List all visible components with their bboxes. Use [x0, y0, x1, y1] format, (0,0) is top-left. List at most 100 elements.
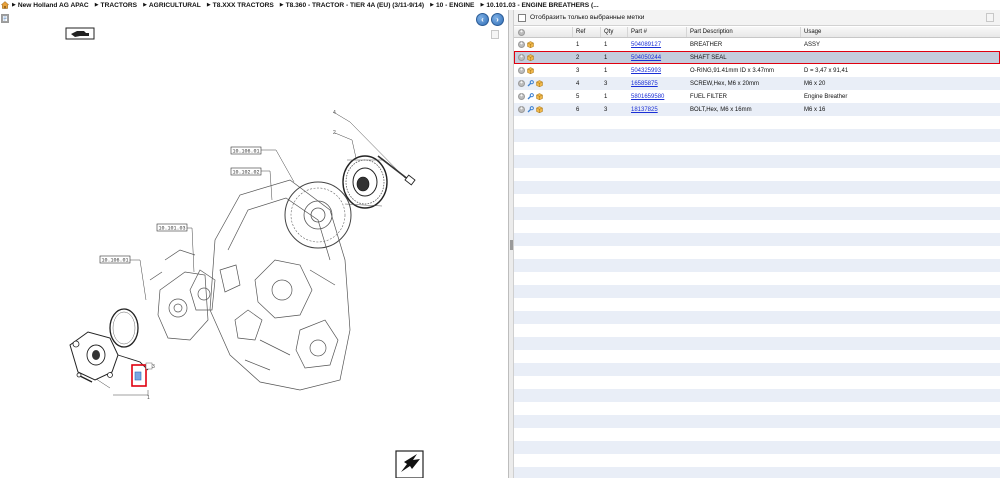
cell-part-number: 18137825: [628, 103, 687, 116]
empty-table-row: [514, 324, 1000, 337]
box-icon: [536, 80, 543, 88]
app-window: ▶ New Holland AG APAC ▶ TRACTORS ▶ AGRICULTUR…: [0, 0, 1000, 478]
o-ring[interactable]: [109, 308, 139, 348]
breadcrumb-item[interactable]: ▶ AGRICULTURAL: [143, 2, 201, 9]
breadcrumb-item[interactable]: ▶ T8.XXX TRACTORS: [207, 2, 274, 9]
row-icons: +: [514, 38, 573, 51]
breadcrumb-arrow-icon: ▶: [12, 2, 16, 8]
drive-gear[interactable]: [284, 181, 352, 249]
cell-usage: D = 3,47 x 91,41: [804, 67, 849, 74]
table-header: + Ref Qty Part # Part Description Usage: [514, 27, 1000, 38]
parts-table-body: +1 1 504089127 BREATHER ASSY +2 1 504050244 SHAF…: [514, 38, 1000, 478]
breadcrumb-item-label: AGRICULTURAL: [148, 1, 201, 9]
callout-label: 10.101.03: [158, 226, 185, 232]
column-header-icons[interactable]: +: [514, 27, 573, 37]
cell-part-description: SCREW,Hex, M6 x 20mm: [690, 80, 760, 87]
breadcrumb-item-label: T8.360 - TRACTOR - TIER 4A (EU) (3/11-9/…: [285, 1, 425, 9]
empty-table-row: [514, 168, 1000, 181]
empty-table-row: [514, 246, 1000, 259]
empty-table-row: [514, 298, 1000, 311]
empty-table-row: [514, 181, 1000, 194]
callout-box[interactable]: 10.102.02: [230, 167, 262, 176]
column-header-part-number[interactable]: Part #: [628, 27, 687, 37]
home-icon[interactable]: [1, 1, 9, 9]
callout-box[interactable]: 10.106.01: [99, 255, 131, 264]
breadcrumb-item[interactable]: ▶ New Holland AG APAC: [12, 2, 89, 9]
callout-box[interactable]: 10.101.03: [156, 223, 188, 232]
cell-part-description: O-RING,91.41mm ID x 3.47mm: [690, 67, 775, 74]
row-icons: +: [514, 77, 573, 90]
row-icons: +: [514, 51, 573, 64]
highlighted-part[interactable]: [131, 362, 153, 387]
empty-table-row: [514, 441, 1000, 454]
cell-part-number: 504325993: [628, 64, 687, 77]
table-row[interactable]: +1 1 504089127 BREATHER ASSY: [514, 38, 1000, 51]
breadcrumb-arrow-icon: ▶: [430, 2, 434, 8]
plus-circle-icon[interactable]: +: [518, 93, 525, 100]
pulley-wheel[interactable]: [342, 155, 388, 209]
empty-table-row: [514, 363, 1000, 376]
cell-ref: 2: [576, 54, 580, 61]
show-selected-only-label: Отобразить только выбранные метки: [530, 14, 645, 21]
plus-circle-icon[interactable]: +: [518, 54, 525, 61]
column-header-usage[interactable]: Usage: [801, 27, 1000, 37]
item-number-label[interactable]: 3: [152, 364, 155, 370]
empty-table-row: [514, 415, 1000, 428]
cell-qty: 1: [604, 67, 608, 74]
breadcrumb-item[interactable]: ▶ TRACTORS: [95, 2, 137, 9]
plus-circle-icon[interactable]: +: [518, 106, 525, 113]
box-icon: [536, 106, 543, 114]
plus-circle-icon[interactable]: +: [518, 80, 525, 87]
cell-usage: [801, 51, 1000, 64]
part-number-link[interactable]: 18137825: [631, 107, 658, 113]
breadcrumb-arrow-icon: ▶: [94, 2, 99, 8]
empty-table-row: [514, 285, 1000, 298]
maximize-icon[interactable]: [986, 13, 994, 22]
cell-usage: ASSY: [804, 41, 821, 48]
box-icon: [527, 54, 534, 62]
column-header-qty[interactable]: Qty: [601, 27, 628, 37]
empty-table-row: [514, 142, 1000, 155]
item-number-label[interactable]: 2: [333, 130, 336, 136]
empty-table-row: [514, 155, 1000, 168]
callout-box[interactable]: 10.106.01: [230, 146, 262, 155]
table-row[interactable]: +4 3 16585875 SCREW,Hex, M6 x 20mm M6 x 20: [514, 77, 1000, 90]
pointer-hand-icon[interactable]: [65, 27, 95, 40]
breadcrumb-item-label: New Holland AG APAC: [17, 1, 89, 9]
part-number-link[interactable]: 504325993: [631, 68, 661, 74]
next-page-arrow-icon[interactable]: [395, 450, 424, 478]
empty-table-row: [514, 337, 1000, 350]
table-row[interactable]: +5 1 5801659580 FUEL FILTER Engine Breather: [514, 90, 1000, 103]
breadcrumb-item[interactable]: ▶ 10.101.03 - ENGINE BREATHERS (...: [480, 2, 598, 9]
callout-label: 10.102.02: [232, 170, 259, 176]
breadcrumb-item[interactable]: ▶ T8.360 - TRACTOR - TIER 4A (EU) (3/11-9…: [280, 2, 424, 9]
table-row-selected[interactable]: +2 1 504050244 SHAFT SEAL: [514, 51, 1000, 64]
item-number-label[interactable]: 4: [333, 110, 336, 116]
column-header-ref[interactable]: Ref: [573, 27, 601, 37]
row-icons: +: [514, 103, 573, 116]
table-row[interactable]: +3 1 504325993 O-RING,91.41mm ID x 3.47mm D …: [514, 64, 1000, 77]
table-row[interactable]: +6 3 18137825 BOLT,Hex, M6 x 16mm M6 x 16: [514, 103, 1000, 116]
breadcrumb-item-label: TRACTORS: [100, 1, 138, 9]
engine-housing: [149, 179, 351, 391]
part-number-link[interactable]: 504089127: [631, 42, 661, 48]
splitter-grip[interactable]: [510, 240, 513, 250]
show-selected-only-checkbox[interactable]: [518, 13, 526, 22]
exploded-view-drawing: 10.106.01 10.102.02 10.101.03 10.106.01: [65, 27, 424, 478]
drawing-pane[interactable]: ‹ › 10.106.01 10.102.02 10.101.03 10.106…: [0, 10, 509, 478]
item-number-label[interactable]: 1: [147, 395, 150, 401]
breadcrumb-arrow-icon: ▶: [279, 2, 284, 8]
cell-ref: 5: [576, 93, 580, 100]
plus-circle-icon[interactable]: +: [518, 67, 525, 74]
breadcrumb-item[interactable]: ▶ 10 - ENGINE: [430, 2, 474, 9]
part-number-link[interactable]: 5801659580: [631, 94, 664, 100]
part-number-link[interactable]: 16585875: [631, 81, 658, 87]
column-header-part-description[interactable]: Part Description: [687, 27, 801, 37]
plus-circle-icon[interactable]: +: [518, 28, 525, 36]
cell-qty: 1: [604, 54, 608, 61]
plus-circle-icon[interactable]: +: [518, 41, 525, 48]
wrench-icon: [527, 80, 534, 87]
row-icons: +: [514, 64, 573, 77]
cell-ref: 6: [576, 106, 580, 113]
part-number-link[interactable]: 504050244: [631, 55, 661, 61]
